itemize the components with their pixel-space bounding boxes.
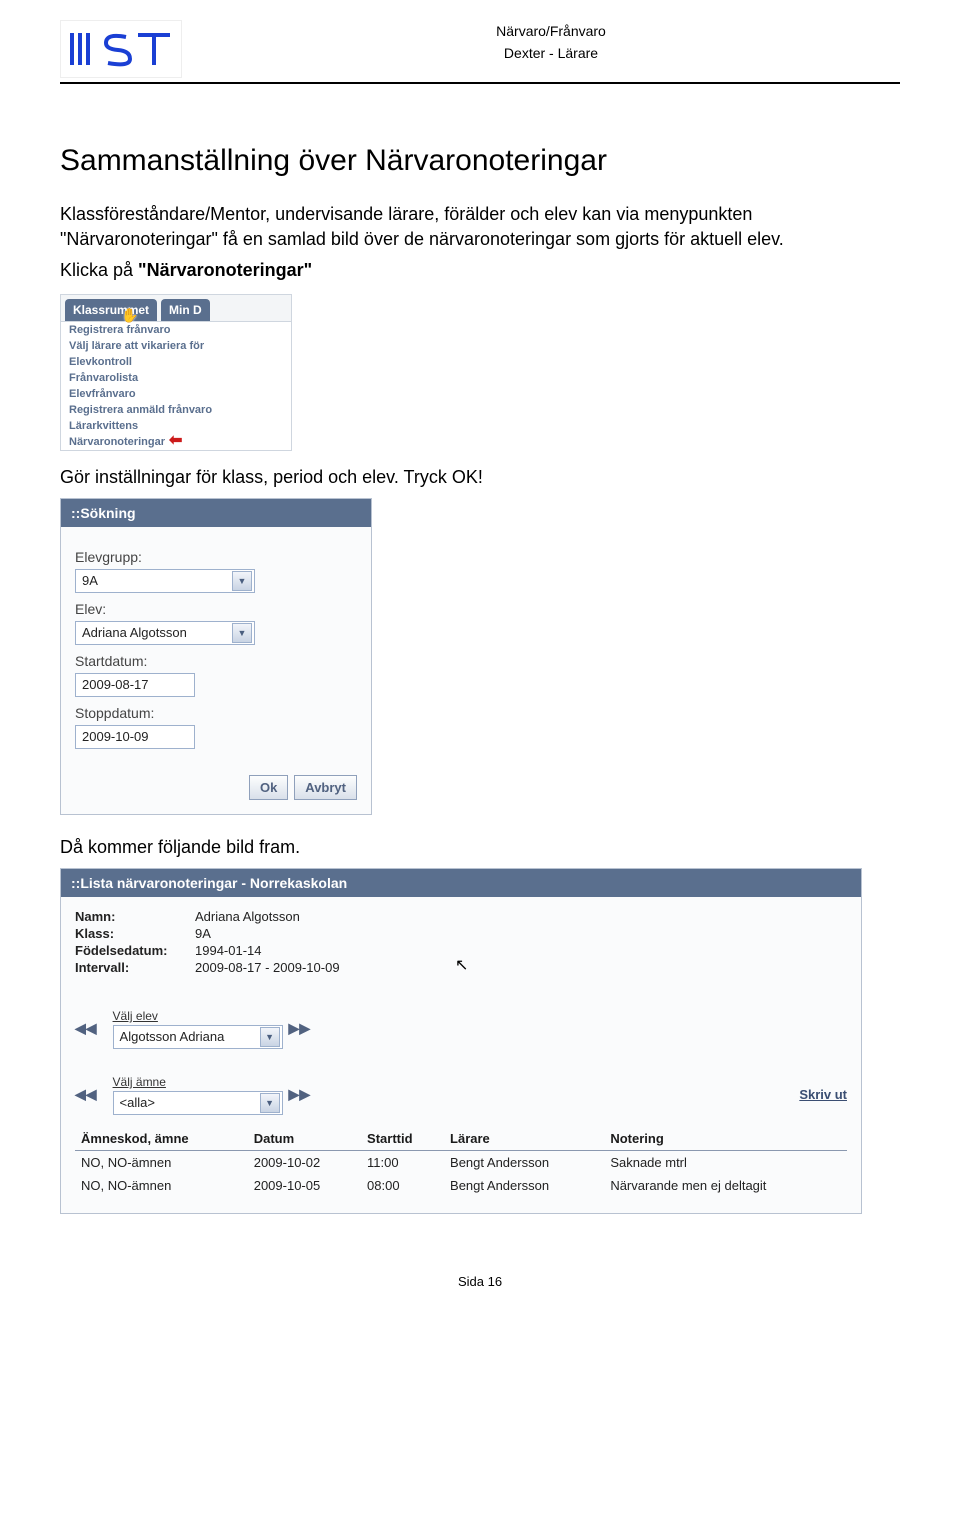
cell-time: 11:00 (361, 1150, 444, 1174)
cancel-label: Avbryt (305, 780, 346, 795)
value-namn: Adriana Algotsson (195, 909, 847, 924)
col-datum: Datum (248, 1127, 361, 1151)
label-fodelsedatum: Födelsedatum: (75, 943, 195, 958)
ok-button[interactable]: Ok (249, 775, 288, 800)
label-stoppdatum: Stoppdatum: (75, 705, 357, 721)
value-klass: 9A (195, 926, 847, 941)
result-intro: Då kommer följande bild fram. (60, 835, 900, 860)
cell-date: 2009-10-05 (248, 1174, 361, 1197)
chevron-down-icon[interactable]: ▼ (232, 571, 252, 591)
cell-date: 2009-10-02 (248, 1150, 361, 1174)
label-namn: Namn: (75, 909, 195, 924)
header-line-1: Närvaro/Frånvaro (202, 20, 900, 42)
label-intervall: Intervall: (75, 960, 195, 975)
list-panel: ::Lista närvaronoteringar - Norrekaskola… (60, 868, 862, 1214)
select-valj-amne-value: <alla> (120, 1095, 155, 1110)
print-link[interactable]: Skriv ut (799, 1087, 847, 1102)
header-center: Närvaro/Frånvaro Dexter - Lärare (202, 20, 900, 65)
tab-min-d-label: Min D (169, 303, 202, 317)
menu-screenshot: Klassrummet ✋ Min D Registrera frånvaro … (60, 294, 292, 451)
label-valj-elev: Välj elev (113, 1009, 283, 1023)
select-elevgrupp-value: 9A (82, 573, 98, 588)
menu-item[interactable]: Frånvarolista (61, 370, 291, 386)
menu-item-highlighted[interactable]: Närvaronoteringar ⬅ (61, 434, 291, 450)
menu-item[interactable]: Elevfrånvaro (61, 386, 291, 402)
cell-teacher: Bengt Andersson (444, 1174, 604, 1197)
cell-note: Saknade mtrl (604, 1150, 847, 1174)
tab-min-d[interactable]: Min D (161, 299, 210, 321)
menu-item[interactable]: Välj lärare att vikariera för (61, 338, 291, 354)
next-subject-button[interactable]: ▶▶ (289, 1086, 311, 1103)
col-starttid: Starttid (361, 1127, 444, 1151)
dropdown-list: Registrera frånvaro Välj lärare att vika… (61, 321, 291, 450)
select-valj-amne[interactable]: <alla> ▼ (113, 1091, 283, 1115)
chevron-down-icon[interactable]: ▼ (232, 623, 252, 643)
cell-note: Närvarande men ej deltagit (604, 1174, 847, 1197)
select-elevgrupp[interactable]: 9A ▼ (75, 569, 255, 593)
input-stoppdatum-value: 2009-10-09 (82, 729, 149, 744)
red-arrow-icon: ⬅ (169, 436, 182, 446)
search-panel-title: ::Sökning (61, 499, 371, 527)
label-elevgrupp: Elevgrupp: (75, 549, 357, 565)
select-elev[interactable]: Adriana Algotsson ▼ (75, 621, 255, 645)
page-footer: Sida 16 (60, 1274, 900, 1289)
prev-student-button[interactable]: ◀◀ (75, 1020, 97, 1037)
label-startdatum: Startdatum: (75, 653, 357, 669)
menu-item[interactable]: Registrera frånvaro (61, 322, 291, 338)
mouse-pointer-icon: ↖ (455, 955, 468, 975)
chevron-down-icon[interactable]: ▼ (260, 1027, 280, 1047)
ist-logo-icon (66, 27, 176, 71)
chevron-down-icon[interactable]: ▼ (260, 1093, 280, 1113)
settings-instruction: Gör inställningar för klass, period och … (60, 465, 900, 490)
value-intervall: 2009-08-17 - 2009-10-09 (195, 960, 847, 975)
table-row: NO, NO-ämnen 2009-10-05 08:00 Bengt Ande… (75, 1174, 847, 1197)
results-table: Ämneskod, ämne Datum Starttid Lärare Not… (75, 1127, 847, 1197)
col-amneskod: Ämneskod, ämne (75, 1127, 248, 1151)
page-title: Sammanställning över Närvaronoteringar (60, 144, 900, 178)
prev-subject-button[interactable]: ◀◀ (75, 1086, 97, 1103)
menu-item-label: Närvaronoteringar (69, 436, 165, 448)
label-elev: Elev: (75, 601, 357, 617)
next-student-button[interactable]: ▶▶ (289, 1020, 311, 1037)
label-klass: Klass: (75, 926, 195, 941)
list-panel-title: ::Lista närvaronoteringar - Norrekaskola… (61, 869, 861, 897)
table-row: NO, NO-ämnen 2009-10-02 11:00 Bengt Ande… (75, 1150, 847, 1174)
mouse-cursor-icon: ✋ (121, 307, 138, 324)
click-target: "Närvaronoteringar" (138, 260, 312, 280)
select-valj-elev[interactable]: Algotsson Adriana ▼ (113, 1025, 283, 1049)
value-fodelsedatum: 1994-01-14 (195, 943, 847, 958)
ok-label: Ok (260, 780, 277, 795)
click-instruction: Klicka på "Närvaronoteringar" (60, 258, 900, 283)
label-valj-amne: Välj ämne (113, 1075, 283, 1089)
select-elev-value: Adriana Algotsson (82, 625, 187, 640)
tab-klassrummet[interactable]: Klassrummet ✋ (65, 299, 157, 321)
cell-teacher: Bengt Andersson (444, 1150, 604, 1174)
cell-subject: NO, NO-ämnen (75, 1150, 248, 1174)
select-valj-elev-value: Algotsson Adriana (120, 1029, 225, 1044)
col-notering: Notering (604, 1127, 847, 1151)
col-larare: Lärare (444, 1127, 604, 1151)
click-prefix: Klicka på (60, 260, 138, 280)
menu-item[interactable]: Registrera anmäld frånvaro (61, 402, 291, 418)
input-stoppdatum[interactable]: 2009-10-09 (75, 725, 195, 749)
input-startdatum[interactable]: 2009-08-17 (75, 673, 195, 697)
document-header: Närvaro/Frånvaro Dexter - Lärare (60, 20, 900, 84)
intro-paragraph: Klassföreståndare/Mentor, undervisande l… (60, 202, 900, 252)
menu-item[interactable]: Elevkontroll (61, 354, 291, 370)
logo (60, 20, 182, 78)
cell-subject: NO, NO-ämnen (75, 1174, 248, 1197)
input-startdatum-value: 2009-08-17 (82, 677, 149, 692)
cancel-button[interactable]: Avbryt (294, 775, 357, 800)
cell-time: 08:00 (361, 1174, 444, 1197)
search-panel: ::Sökning Elevgrupp: 9A ▼ Elev: Adriana … (60, 498, 372, 815)
header-line-2: Dexter - Lärare (202, 42, 900, 64)
